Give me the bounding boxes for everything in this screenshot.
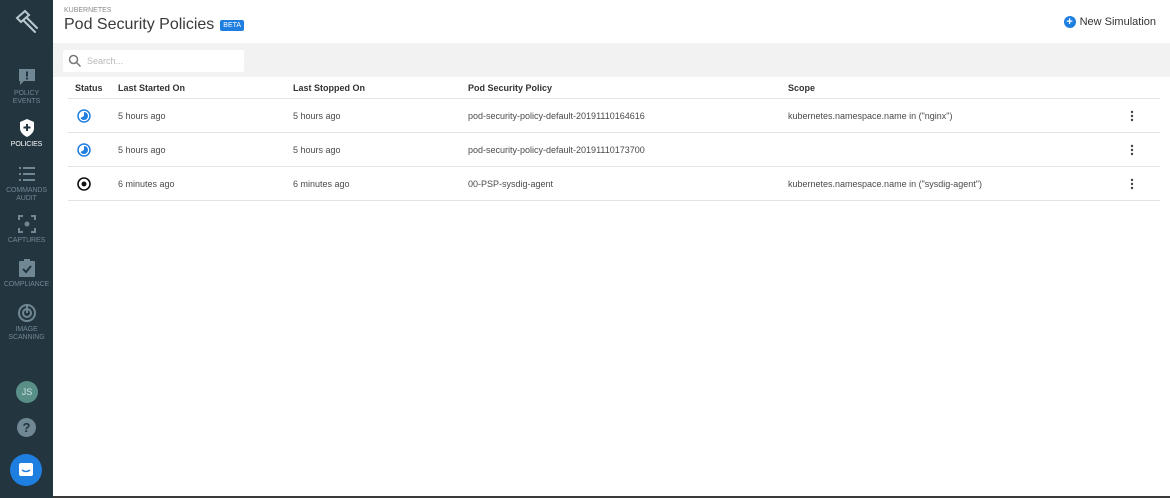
policy-cell[interactable]: pod-security-policy-default-201911101646… bbox=[468, 99, 645, 132]
started-cell: 5 hours ago bbox=[118, 110, 166, 121]
sidebar-item-label: COMMANDS AUDIT bbox=[6, 187, 47, 202]
sidebar-item-label: COMPLIANCE bbox=[3, 281, 50, 288]
stopped-cell: 5 hours ago bbox=[293, 144, 341, 155]
column-header-scope[interactable]: Scope bbox=[788, 77, 815, 98]
column-header-status[interactable]: Status bbox=[75, 77, 103, 98]
scan-icon bbox=[17, 304, 36, 322]
simulations-table: Status Last Started On Last Stopped On P… bbox=[68, 77, 1160, 201]
search-box[interactable] bbox=[63, 50, 244, 72]
sidebar-item-commands-audit[interactable]: COMMANDS AUDIT bbox=[0, 164, 53, 203]
beta-badge: BETA bbox=[220, 20, 245, 31]
scope-cell: kubernetes.namespace.name in ("sysdig-ag… bbox=[788, 178, 982, 189]
started-cell: 6 minutes ago bbox=[118, 178, 175, 189]
more-vertical-icon bbox=[1130, 110, 1134, 121]
table-header: Status Last Started On Last Stopped On P… bbox=[68, 77, 1160, 99]
status-cell bbox=[77, 167, 91, 200]
row-menu-button[interactable] bbox=[1126, 133, 1138, 166]
shield-icon bbox=[19, 119, 34, 137]
scope-cell: kubernetes.namespace.name in ("nginx") bbox=[788, 110, 953, 121]
stopped-status-icon bbox=[77, 176, 91, 191]
table-row[interactable]: 6 minutes ago 6 minutes ago 00-PSP-sysdi… bbox=[68, 167, 1160, 201]
status-cell bbox=[77, 133, 91, 166]
search-input[interactable] bbox=[87, 56, 237, 66]
toolbar bbox=[53, 43, 1170, 77]
running-status-icon bbox=[77, 108, 91, 123]
sidebar-item-policies[interactable]: POLICIES bbox=[0, 118, 53, 149]
sidebar-item-compliance[interactable]: COMPLIANCE bbox=[0, 258, 53, 289]
status-cell bbox=[77, 99, 91, 132]
sidebar-item-label: IMAGE SCANNING bbox=[8, 326, 45, 341]
column-header-last-started[interactable]: Last Started On bbox=[118, 77, 185, 98]
sidebar-item-policy-events[interactable]: POLICY EVENTS bbox=[0, 67, 53, 106]
stopped-cell: 5 hours ago bbox=[293, 110, 341, 121]
more-vertical-icon bbox=[1130, 144, 1134, 155]
running-status-icon bbox=[77, 142, 91, 157]
sidebar-item-captures[interactable]: CAPTURES bbox=[0, 214, 53, 245]
list-icon bbox=[18, 167, 35, 181]
started-cell: 5 hours ago bbox=[118, 144, 166, 155]
new-simulation-label: New Simulation bbox=[1079, 16, 1156, 28]
help-icon[interactable]: ? bbox=[17, 418, 36, 437]
alert-icon bbox=[18, 69, 35, 85]
more-vertical-icon bbox=[1130, 178, 1134, 189]
sidebar-item-label: POLICY EVENTS bbox=[12, 90, 41, 105]
plus-icon: + bbox=[1063, 16, 1076, 28]
new-simulation-button[interactable]: + New Simulation bbox=[1063, 16, 1156, 28]
sidebar-item-label: CAPTURES bbox=[7, 237, 46, 244]
logo-icon[interactable] bbox=[13, 8, 41, 36]
column-header-policy[interactable]: Pod Security Policy bbox=[468, 77, 552, 98]
policy-cell[interactable]: pod-security-policy-default-201911101737… bbox=[468, 133, 645, 166]
sidebar: POLICY EVENTS POLICIES COMMANDS AUDIT CA… bbox=[0, 0, 53, 498]
sidebar-item-label: POLICIES bbox=[10, 141, 43, 148]
search-icon bbox=[68, 54, 82, 68]
chat-icon bbox=[19, 463, 33, 476]
avatar[interactable]: JS bbox=[16, 381, 38, 403]
chat-button[interactable] bbox=[10, 454, 42, 486]
capture-icon bbox=[17, 215, 36, 233]
checklist-icon bbox=[18, 259, 35, 277]
sidebar-item-image-scanning[interactable]: IMAGE SCANNING bbox=[0, 303, 53, 342]
breadcrumb[interactable]: KUBERNETES bbox=[64, 7, 111, 14]
row-menu-button[interactable] bbox=[1126, 167, 1138, 200]
stopped-cell: 6 minutes ago bbox=[293, 178, 350, 189]
table-row[interactable]: 5 hours ago 5 hours ago pod-security-pol… bbox=[68, 99, 1160, 133]
table-row[interactable]: 5 hours ago 5 hours ago pod-security-pol… bbox=[68, 133, 1160, 167]
policy-cell[interactable]: 00-PSP-sysdig-agent bbox=[468, 167, 553, 200]
page-title: Pod Security Policies BETA bbox=[64, 16, 245, 34]
row-menu-button[interactable] bbox=[1126, 99, 1138, 132]
column-header-last-stopped[interactable]: Last Stopped On bbox=[293, 77, 365, 98]
page-title-text: Pod Security Policies bbox=[64, 16, 215, 33]
page-header: KUBERNETES Pod Security Policies BETA + N… bbox=[53, 0, 1170, 43]
